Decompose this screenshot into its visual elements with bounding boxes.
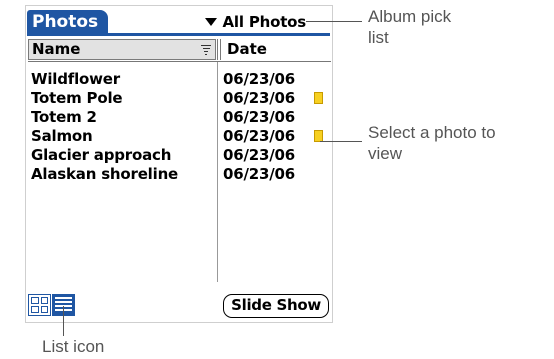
thumbnail-view-icon[interactable] [28,294,51,316]
list-icon-callout: List icon [42,337,105,356]
column-header-name-label: Name [32,40,81,58]
list-item[interactable]: Totem Pole 06/23/06 [28,89,328,108]
column-header-name[interactable]: Name [28,39,216,60]
triangle-down-icon [204,18,217,26]
note-icon[interactable] [314,92,323,104]
title-bar: Photos All Photos [26,9,332,36]
photo-name: Salmon [31,127,93,145]
photo-name: Alaskan shoreline [31,165,179,183]
list-header: Name Date [28,39,331,62]
select-callout-line1: Select a photo to [368,123,496,142]
photo-name: Totem 2 [31,108,97,126]
list-item[interactable]: Salmon 06/23/06 [28,127,328,146]
list-item[interactable]: Totem 2 06/23/06 [28,108,328,127]
photo-date: 06/23/06 [223,89,295,107]
column-header-date[interactable]: Date [220,39,330,60]
photo-date: 06/23/06 [223,165,295,183]
album-pick-list[interactable]: All Photos [204,11,307,33]
select-callout-line2: view [368,144,403,163]
album-callout-line [306,21,362,22]
select-callout: Select a photo to view [368,122,496,164]
sort-icon[interactable] [201,45,211,56]
photo-date: 06/23/06 [223,70,295,88]
photo-list: Wildflower 06/23/06 Totem Pole 06/23/06 Tote… [28,70,328,184]
album-callout-line2: list [368,28,389,47]
view-toggle [28,294,75,318]
photo-name: Glacier approach [31,146,172,164]
list-icon-callout-line [63,306,64,336]
select-callout-line [320,141,362,142]
album-pick-label: All Photos [222,13,307,31]
photo-date: 06/23/06 [223,108,295,126]
list-item[interactable]: Alaskan shoreline 06/23/06 [28,165,328,184]
album-callout-line1: Album pick [368,7,452,26]
photo-name: Totem Pole [31,89,123,107]
app-title: Photos [27,10,109,34]
slide-show-button[interactable]: Slide Show [223,294,329,318]
album-callout: Album pick list [368,6,451,48]
list-item[interactable]: Wildflower 06/23/06 [28,70,328,89]
title-underline [27,33,330,36]
list-item[interactable]: Glacier approach 06/23/06 [28,146,328,165]
photo-date: 06/23/06 [223,127,295,145]
photo-date: 06/23/06 [223,146,295,164]
photo-name: Wildflower [31,70,120,88]
photos-screen: Photos All Photos Name Date Wildflower 06… [25,5,333,323]
